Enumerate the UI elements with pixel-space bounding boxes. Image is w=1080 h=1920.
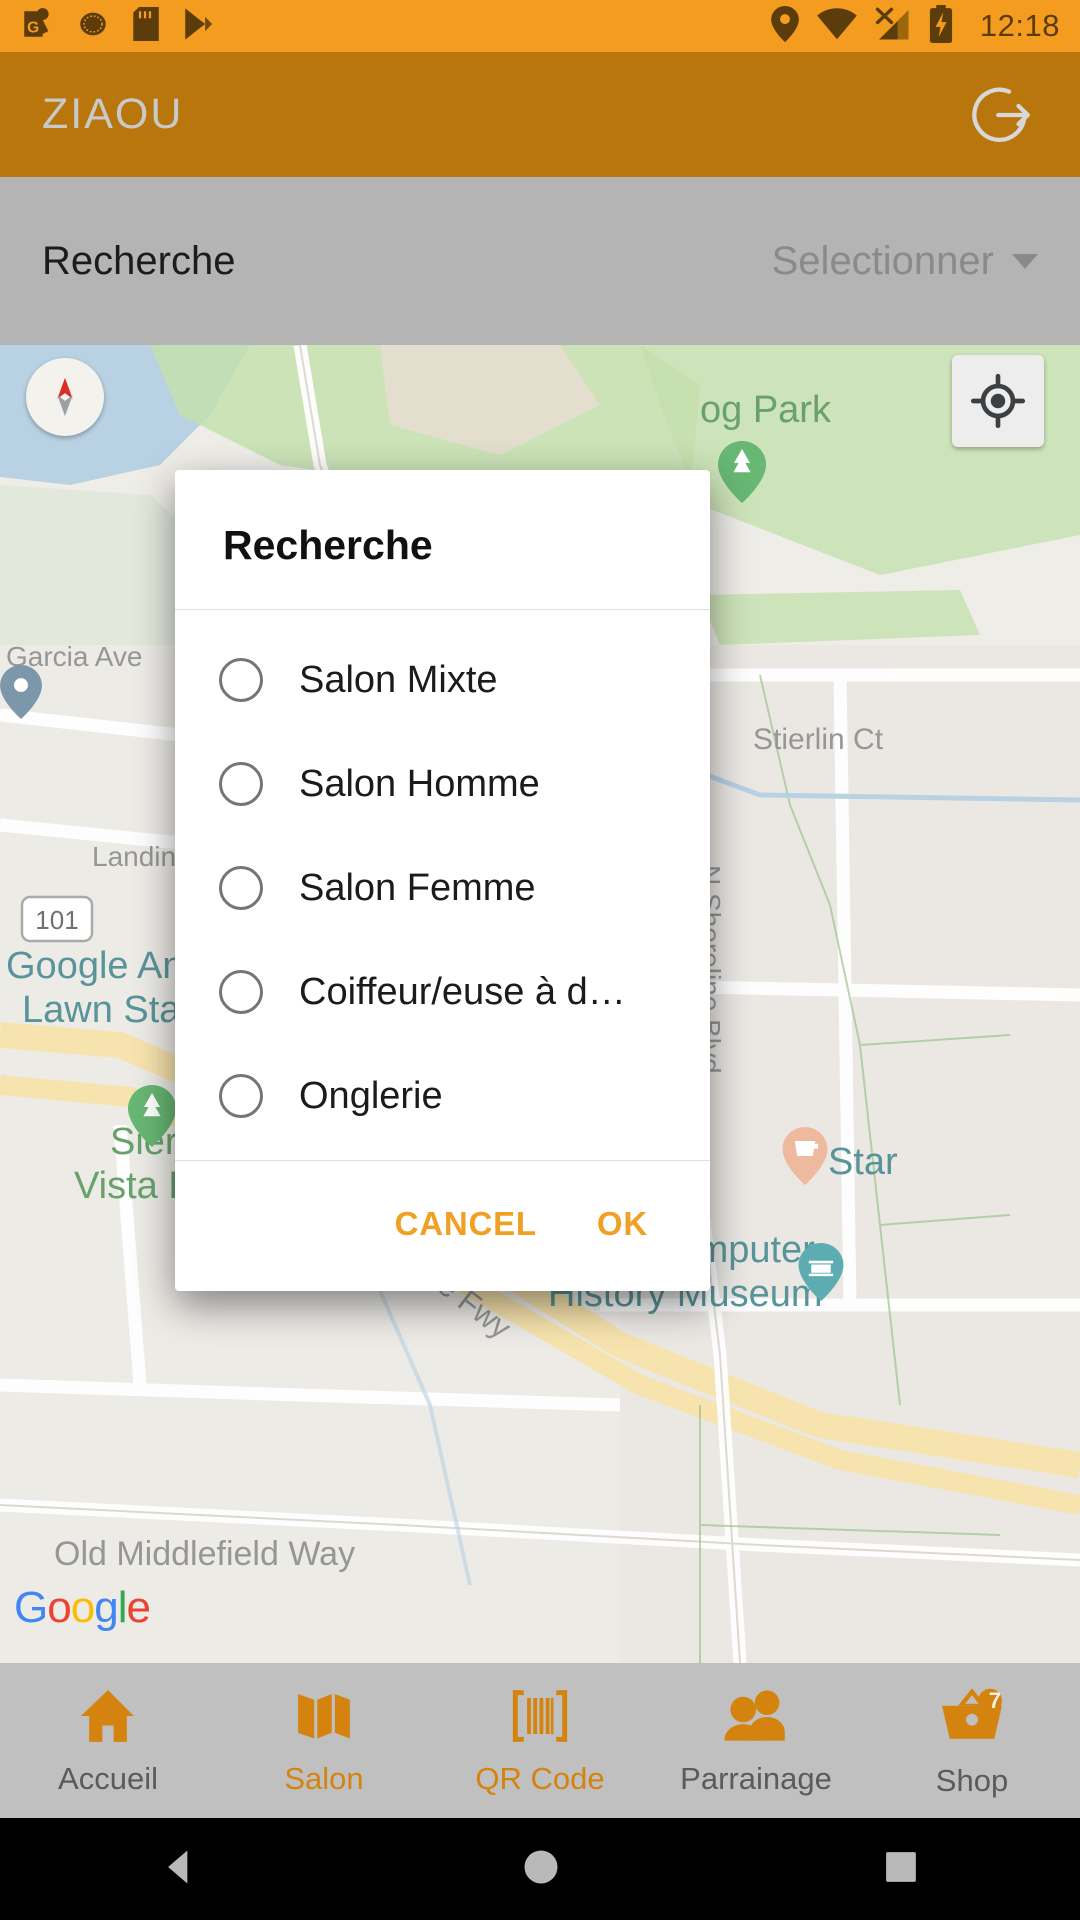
recents-square-icon: [885, 1851, 916, 1882]
people-icon: [724, 1689, 785, 1741]
radio-button[interactable]: [219, 658, 263, 702]
bottom-navigation-bar: Accueil Salon QR Code Parrainage 7 Shop: [0, 1663, 1080, 1818]
android-back-button[interactable]: [158, 1845, 202, 1894]
radio-button[interactable]: [219, 866, 263, 910]
back-triangle-icon: [168, 1850, 188, 1883]
radio-button[interactable]: [219, 762, 263, 806]
dialog-option-salon-mixte[interactable]: Salon Mixte: [175, 628, 710, 732]
dialog-option-coiffeur-a-domicile[interactable]: Coiffeur/euse à do…: [175, 940, 710, 1044]
dialog-option-onglerie[interactable]: Onglerie: [175, 1044, 710, 1148]
option-label: Salon Femme: [299, 866, 536, 909]
dialog-option-salon-femme[interactable]: Salon Femme: [175, 836, 710, 940]
radio-button[interactable]: [219, 1074, 263, 1118]
android-navigation-bar: [0, 1818, 1080, 1920]
nav-item-accueil[interactable]: Accueil: [0, 1663, 216, 1818]
dialog-option-salon-homme[interactable]: Salon Homme: [175, 732, 710, 836]
nav-label-shop: Shop: [935, 1763, 1009, 1798]
nav-label-parrainage: Parrainage: [680, 1760, 832, 1796]
dialog-title: Recherche: [223, 522, 433, 568]
ok-button[interactable]: OK: [577, 1191, 668, 1257]
home-icon: [80, 1689, 134, 1742]
option-label: Salon Homme: [299, 762, 540, 805]
android-home-button[interactable]: [519, 1845, 563, 1894]
radio-button[interactable]: [219, 970, 263, 1014]
option-label: Onglerie: [299, 1074, 443, 1117]
map-icon: [298, 1693, 350, 1738]
nav-item-qr-code[interactable]: QR Code: [432, 1663, 648, 1818]
android-recents-button[interactable]: [880, 1846, 922, 1893]
dialog-action-bar: CANCEL OK: [175, 1161, 710, 1291]
shop-badge-count: 7: [988, 1688, 1001, 1713]
nav-item-parrainage[interactable]: Parrainage: [648, 1663, 864, 1818]
nav-item-salon[interactable]: Salon: [216, 1663, 432, 1818]
option-label: Coiffeur/euse à do…: [299, 970, 639, 1013]
cancel-button[interactable]: CANCEL: [375, 1191, 557, 1257]
nav-label-accueil: Accueil: [58, 1760, 158, 1796]
option-label: Salon Mixte: [299, 658, 498, 701]
home-circle-icon: [524, 1850, 558, 1883]
nav-label-qr-code: QR Code: [475, 1760, 605, 1796]
nav-label-salon: Salon: [284, 1760, 364, 1796]
dialog-option-list: Salon Mixte Salon Homme Salon Femme Coif…: [175, 610, 710, 1160]
search-category-dialog: Recherche Salon Mixte Salon Homme Salon …: [175, 470, 710, 1291]
barcode-icon: [512, 1689, 568, 1742]
nav-item-shop[interactable]: 7 Shop: [864, 1663, 1080, 1818]
